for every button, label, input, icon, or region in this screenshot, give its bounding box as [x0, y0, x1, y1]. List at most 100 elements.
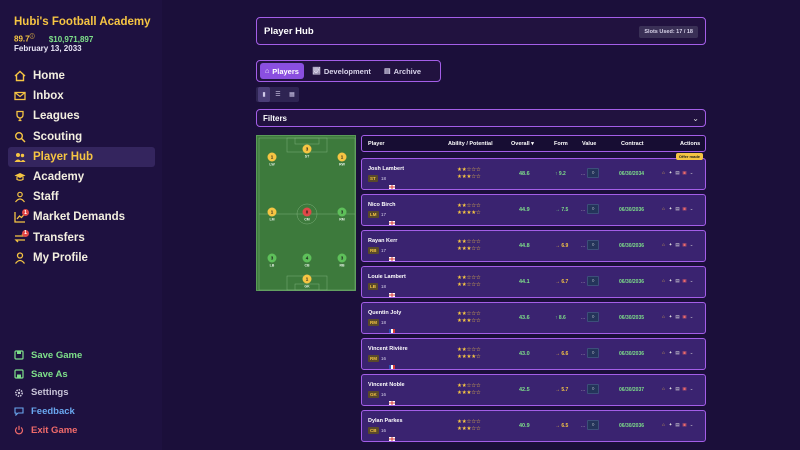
settings-button[interactable]: Settings: [14, 383, 154, 402]
lock-icon[interactable]: ▣: [682, 278, 687, 283]
pitch-position-rw[interactable]: 1 RW: [337, 152, 347, 167]
player-name: Louie Lambert: [368, 274, 406, 280]
pitch-position-rm[interactable]: 3 RM: [337, 207, 347, 222]
train-icon[interactable]: ✦: [668, 278, 673, 283]
chevron-down-icon[interactable]: ⌄: [689, 386, 694, 391]
value-reveal-button[interactable]: ○: [587, 312, 599, 322]
col-contract[interactable]: Contract: [621, 141, 644, 147]
bank-icon[interactable]: ⌂: [661, 206, 666, 211]
table-row[interactable]: Louie Lambert LB 18 ★★☆☆☆ ★★☆☆☆ 44.1 → 6.7... ○…: [361, 266, 706, 298]
contract-date: 06/30/2034: [619, 171, 645, 177]
notes-icon[interactable]: ▤: [675, 422, 680, 427]
table-row[interactable]: Quentin Joly RM 18 ★★☆☆☆ ★★★☆☆ 43.6 ↑ 8.6... ○ 0…: [361, 302, 706, 334]
notes-icon[interactable]: ▤: [675, 314, 680, 319]
lock-icon[interactable]: ▣: [682, 170, 687, 175]
bank-icon[interactable]: ⌂: [661, 278, 666, 283]
sidebar-item-player-hub[interactable]: Player Hub: [8, 146, 155, 167]
lock-icon[interactable]: ▣: [682, 386, 687, 391]
chevron-down-icon[interactable]: ⌄: [689, 422, 694, 427]
home-icon: [14, 70, 26, 82]
pitch-position-st[interactable]: 3 ST: [302, 144, 312, 159]
chevron-down-icon[interactable]: ⌄: [689, 206, 694, 211]
value-reveal-button[interactable]: ○: [587, 276, 599, 286]
train-icon[interactable]: ✦: [668, 242, 673, 247]
value-reveal-button[interactable]: ○: [587, 204, 599, 214]
table-row[interactable]: Dylan Parkes CB 16 ★★☆☆☆ ★★★☆☆ 40.9 → 6.5... ○ 0…: [361, 410, 706, 442]
sidebar-item-academy[interactable]: Academy: [8, 167, 155, 187]
train-icon[interactable]: ✦: [668, 386, 673, 391]
lock-icon[interactable]: ▣: [682, 422, 687, 427]
value-reveal-button[interactable]: ○: [587, 384, 599, 394]
sidebar-item-my-profile[interactable]: My Profile: [8, 248, 155, 268]
player-age: 18: [381, 176, 387, 181]
train-icon[interactable]: ✦: [668, 350, 673, 355]
notes-icon[interactable]: ▤: [675, 278, 680, 283]
sidebar-item-staff[interactable]: Staff: [8, 187, 155, 207]
table-row[interactable]: Josh Lambert ST 18 ★★☆☆☆ ★★★☆☆ 48.6 ↑ 9.2... ○ 0…: [361, 153, 706, 190]
table-row[interactable]: Vincent Noble GK 16 ★★☆☆☆ ★★★☆☆ 42.5 → 5.7... ○…: [361, 374, 706, 406]
save-as-button[interactable]: Save As: [14, 365, 154, 384]
feedback-button[interactable]: Feedback: [14, 402, 154, 421]
tab-archive[interactable]: ▤ Archive: [379, 63, 426, 79]
col-form[interactable]: Form: [554, 141, 568, 147]
chevron-down-icon[interactable]: ⌄: [689, 314, 694, 319]
bank-icon[interactable]: ⌂: [661, 314, 666, 319]
chevron-down-icon[interactable]: ⌄: [689, 170, 694, 175]
col-ability[interactable]: Ability / Potential: [448, 141, 493, 147]
sidebar-item-home[interactable]: Home: [8, 66, 155, 86]
save-game-button[interactable]: Save Game: [14, 346, 154, 365]
pitch-position-lw[interactable]: 1 LW: [267, 152, 277, 167]
filters-toggle[interactable]: Filters ⌄: [256, 109, 706, 127]
pitch-position-rb[interactable]: 3 RB: [337, 253, 347, 268]
bank-icon[interactable]: ⌂: [661, 422, 666, 427]
bank-icon[interactable]: ⌂: [661, 386, 666, 391]
tab-players[interactable]: ⌂ Players: [260, 63, 304, 79]
train-icon[interactable]: ✦: [668, 170, 673, 175]
notes-icon[interactable]: ▤: [675, 206, 680, 211]
value-reveal-button[interactable]: ○: [587, 240, 599, 250]
pitch-position-cm[interactable]: 0 CM: [302, 207, 312, 222]
pitch-position-lb[interactable]: 3 LB: [267, 253, 277, 268]
chevron-down-icon[interactable]: ⌄: [689, 242, 694, 247]
pitch-position-gk[interactable]: 1 GK: [302, 274, 312, 289]
value-reveal-button[interactable]: ○: [587, 348, 599, 358]
sidebar-item-transfers[interactable]: 1 Transfers: [8, 228, 155, 248]
lock-icon[interactable]: ▣: [682, 314, 687, 319]
list-view-icon[interactable]: ☰: [272, 87, 284, 102]
chevron-down-icon[interactable]: ⌄: [689, 278, 694, 283]
train-icon[interactable]: ✦: [668, 314, 673, 319]
sidebar-item-scouting[interactable]: Scouting: [8, 127, 155, 147]
bank-icon[interactable]: ⌂: [661, 242, 666, 247]
col-overall[interactable]: Overall ▾: [511, 141, 534, 147]
train-icon[interactable]: ✦: [668, 422, 673, 427]
card-view-icon[interactable]: ▮: [258, 87, 270, 102]
table-row[interactable]: Vincent Rivière RM 16 ★★☆☆☆ ★★★★☆ 43.0 → 6.6..…: [361, 338, 706, 370]
col-player[interactable]: Player: [368, 141, 385, 147]
table-row[interactable]: Rayan Kerr RB 17 ★★☆☆☆ ★★★☆☆ 44.8 → 6.9... ○ 06/…: [361, 230, 706, 262]
notes-icon[interactable]: ▤: [675, 386, 680, 391]
chevron-down-icon[interactable]: ⌄: [689, 350, 694, 355]
sidebar-item-inbox[interactable]: Inbox: [8, 86, 155, 106]
lock-icon[interactable]: ▣: [682, 350, 687, 355]
lock-icon[interactable]: ▣: [682, 206, 687, 211]
value-reveal-button[interactable]: ○: [587, 168, 599, 178]
bank-icon[interactable]: ⌂: [661, 170, 666, 175]
value-reveal-button[interactable]: ○: [587, 420, 599, 430]
table-row[interactable]: Nico Birch LM 17 ★★☆☆☆ ★★★★☆ 44.9 → 7.5... ○ 06/…: [361, 194, 706, 226]
lock-icon[interactable]: ▣: [682, 242, 687, 247]
pitch-position-cb[interactable]: 4 CB: [302, 253, 312, 268]
exit-game-button[interactable]: Exit Game: [14, 421, 154, 440]
bank-icon[interactable]: ⌂: [661, 350, 666, 355]
tab-development[interactable]: 📈︎ Development: [307, 63, 376, 79]
notes-icon[interactable]: ▤: [675, 170, 680, 175]
sidebar-item-leagues[interactable]: Leagues: [8, 106, 155, 126]
grid-view-icon[interactable]: ▦: [286, 87, 298, 102]
col-value[interactable]: Value: [582, 141, 596, 147]
train-icon[interactable]: ✦: [668, 206, 673, 211]
notes-icon[interactable]: ▤: [675, 242, 680, 247]
page-header: Player Hub Slots Used: 17 / 18: [256, 17, 706, 45]
sidebar-item-market-demands[interactable]: 1 Market Demands: [8, 207, 155, 227]
pitch-position-lm[interactable]: 1 LM: [267, 207, 277, 222]
notes-icon[interactable]: ▤: [675, 350, 680, 355]
info-icon[interactable]: ⓘ: [30, 34, 35, 40]
